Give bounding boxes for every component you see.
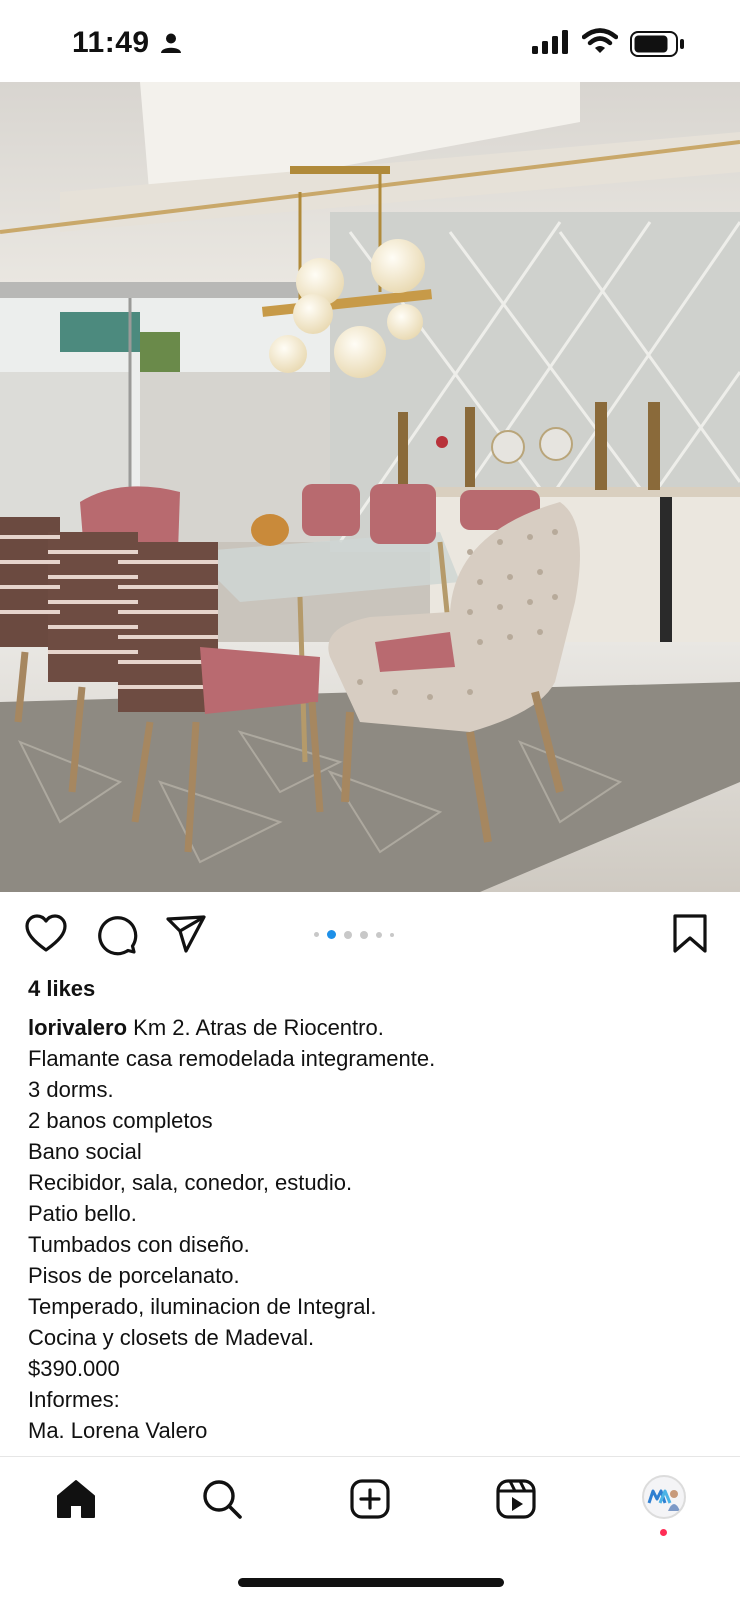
caption-line: Informes: bbox=[28, 1387, 120, 1412]
profile-avatar[interactable] bbox=[642, 1475, 686, 1519]
carousel-indicator bbox=[314, 930, 394, 939]
caption-line: 3 dorms. bbox=[28, 1077, 114, 1102]
reels-icon[interactable] bbox=[494, 1477, 538, 1521]
carousel-dot bbox=[344, 930, 352, 939]
caption-line: Patio bello. bbox=[28, 1201, 137, 1226]
signal-icon bbox=[532, 30, 568, 54]
home-icon[interactable] bbox=[54, 1477, 98, 1521]
caption-line: 2 banos completos bbox=[28, 1108, 213, 1133]
username-link[interactable]: lorivalero bbox=[28, 1015, 127, 1040]
home-indicator bbox=[238, 1578, 504, 1587]
caption-line: Cocina y closets de Madeval. bbox=[28, 1325, 315, 1350]
caption-line: Temperado, iluminacion de Integral. bbox=[28, 1294, 377, 1319]
caption-line: Bano social bbox=[28, 1139, 142, 1164]
carousel-dot bbox=[390, 932, 394, 937]
post-action-bar bbox=[0, 892, 740, 970]
carousel-dot bbox=[376, 931, 382, 938]
caption-line: Tumbados con diseño. bbox=[28, 1232, 250, 1257]
wifi-icon bbox=[582, 28, 618, 53]
post-caption: lorivalero Km 2. Atras de Riocentro. Fla… bbox=[28, 1012, 718, 1454]
person-icon bbox=[161, 33, 181, 53]
status-bar: 11:49 bbox=[0, 0, 740, 82]
likes-count[interactable]: 4 likes bbox=[28, 976, 95, 1002]
heart-icon[interactable] bbox=[24, 912, 68, 956]
carousel-dot bbox=[314, 932, 319, 937]
notification-dot bbox=[660, 1529, 667, 1536]
status-time: 11:49 bbox=[72, 26, 150, 59]
caption-line: Ma. Lorena Valero bbox=[28, 1418, 208, 1443]
bookmark-icon[interactable] bbox=[668, 912, 712, 956]
caption-line: Pisos de porcelanato. bbox=[28, 1263, 240, 1288]
comment-icon[interactable] bbox=[94, 912, 138, 956]
caption-line: Recibidor, sala, conedor, estudio. bbox=[28, 1170, 353, 1195]
post-photo[interactable] bbox=[0, 82, 740, 892]
carousel-dot bbox=[360, 930, 368, 939]
share-icon[interactable] bbox=[164, 912, 208, 956]
create-icon[interactable] bbox=[348, 1477, 392, 1521]
bottom-nav-bar bbox=[0, 1456, 740, 1600]
avatar-image bbox=[647, 1489, 680, 1511]
caption-line: Flamante casa remodelada integramente. bbox=[28, 1046, 436, 1071]
search-icon[interactable] bbox=[200, 1477, 244, 1521]
caption-first-line: lorivalero Km 2. Atras de Riocentro. bbox=[28, 1012, 718, 1043]
battery-icon bbox=[630, 31, 684, 57]
caption-price: $390.000 bbox=[28, 1356, 120, 1381]
caption-text: Km 2. Atras de Riocentro. bbox=[127, 1015, 384, 1040]
dining-room-photo bbox=[0, 82, 740, 892]
carousel-dot-active bbox=[327, 930, 336, 939]
